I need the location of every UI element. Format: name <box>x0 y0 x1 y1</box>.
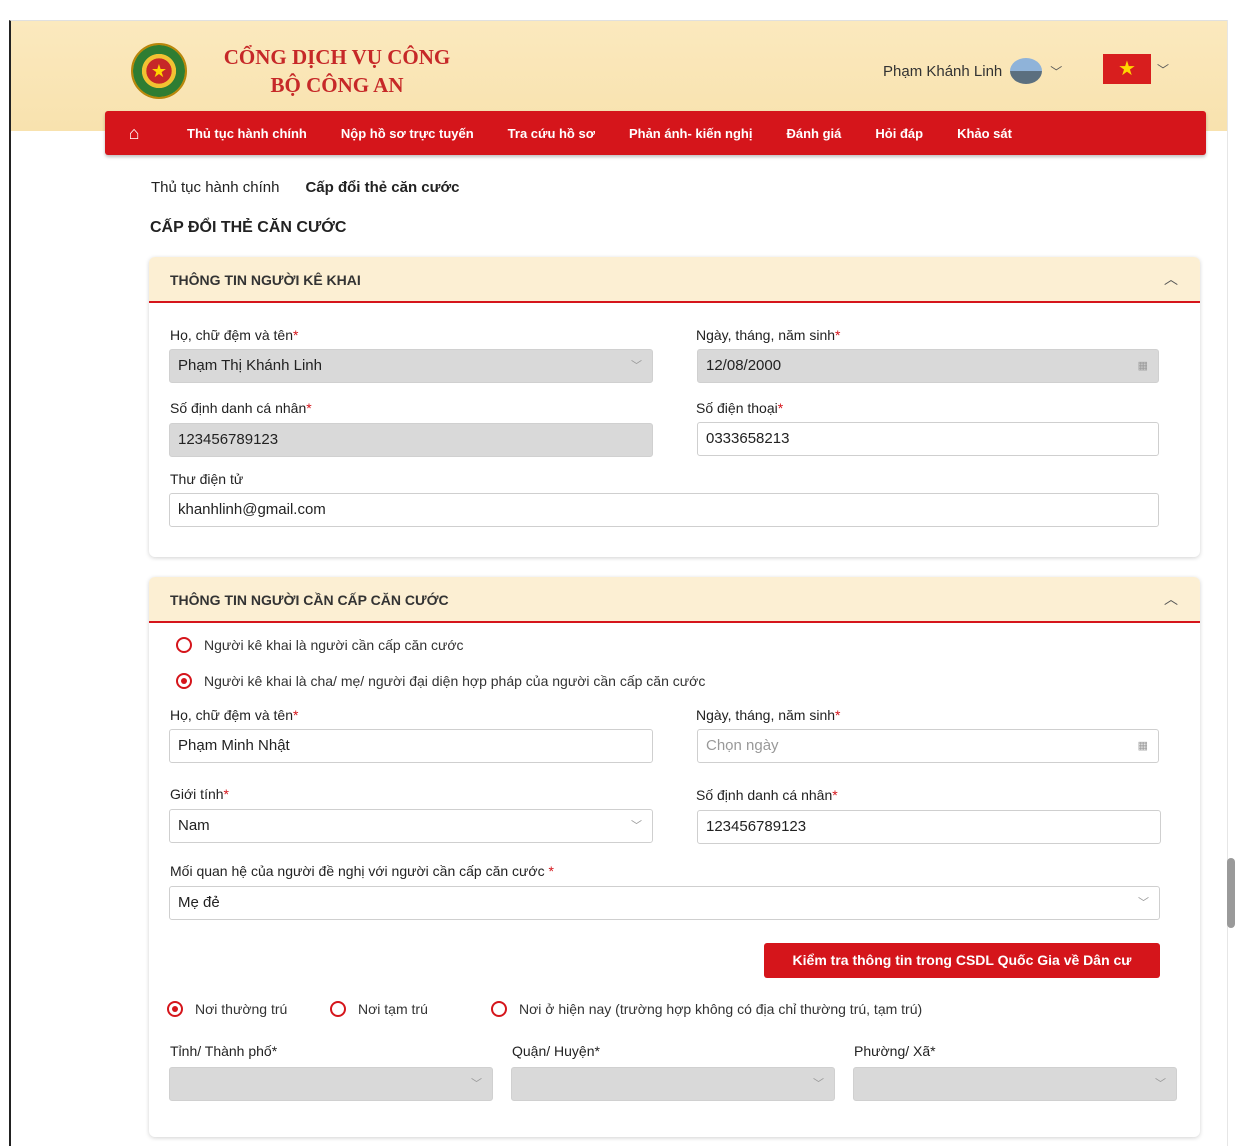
chevron-up-icon[interactable]: ︿ <box>1164 269 1178 289</box>
relation-label: Mối quan hệ của người đề nghị với người … <box>170 863 554 879</box>
applicant-dob-label: Ngày, tháng, năm sinh* <box>696 707 841 723</box>
police-emblem-logo: ★ <box>131 43 187 99</box>
radio-residence-current[interactable]: Nơi ở hiện nay (trường hợp không có địa … <box>491 1001 922 1017</box>
section-title: THÔNG TIN NGƯỜI KÊ KHAI <box>170 272 361 288</box>
breadcrumb-parent[interactable]: Thủ tục hành chính <box>151 179 279 196</box>
nav-item-lookup[interactable]: Tra cứu hồ sơ <box>508 126 595 141</box>
nav-item-faq[interactable]: Hỏi đáp <box>875 126 923 141</box>
avatar <box>1010 58 1043 84</box>
chevron-down-icon: ﹀ <box>631 360 642 372</box>
radio-button <box>491 1001 507 1017</box>
home-icon[interactable]: ⌂ <box>115 123 153 144</box>
radio-declarant-is-applicant[interactable]: Người kê khai là người cần cấp căn cước <box>176 637 464 653</box>
ward-select[interactable]: ﹀ <box>853 1067 1177 1101</box>
declarant-name-label: Họ, chữ đệm và tên* <box>170 327 299 343</box>
chevron-down-icon: ﹀ <box>813 1078 824 1090</box>
declarant-card-header[interactable]: THÔNG TIN NGƯỜI KÊ KHAI ︿ <box>149 257 1200 303</box>
applicant-card: THÔNG TIN NGƯỜI CẦN CẤP CĂN CƯỚC ︿ Người… <box>149 577 1200 1137</box>
declarant-phone-input[interactable]: 0333658213 <box>697 422 1159 456</box>
browser-viewport: ★ CỔNG DỊCH VỤ CÔNG BỘ CÔNG AN Phạm Khán… <box>9 20 1257 1146</box>
calendar-icon: ▦ <box>1137 360 1148 372</box>
ward-label: Phường/ Xã* <box>854 1043 936 1059</box>
declarant-email-input[interactable]: khanhlinh@gmail.com <box>169 493 1159 527</box>
declarant-email-label: Thư điện tử <box>170 471 244 487</box>
check-national-database-button[interactable]: Kiểm tra thông tin trong CSDL Quốc Gia v… <box>764 943 1160 978</box>
chevron-down-icon: ﹀ <box>1138 897 1149 909</box>
nav-item-procedures[interactable]: Thủ tục hành chính <box>187 126 307 141</box>
applicant-name-label: Họ, chữ đệm và tên* <box>170 707 299 723</box>
section-title: THÔNG TIN NGƯỜI CẦN CẤP CĂN CƯỚC <box>170 592 449 608</box>
breadcrumb-current: Cấp đổi thẻ căn cước <box>305 179 460 196</box>
declarant-card: THÔNG TIN NGƯỜI KÊ KHAI ︿ Họ, chữ đệm và… <box>149 257 1200 557</box>
declarant-dob-field[interactable]: 12/08/2000 ▦ <box>697 349 1159 383</box>
applicant-name-input[interactable]: Phạm Minh Nhật <box>169 729 653 763</box>
province-label: Tỉnh/ Thành phố* <box>170 1043 278 1059</box>
radio-button <box>167 1001 183 1017</box>
right-rail <box>1227 20 1257 1146</box>
nav-item-submit-online[interactable]: Nộp hồ sơ trực tuyến <box>341 126 474 141</box>
declarant-phone-label: Số điện thoại* <box>696 400 784 416</box>
radio-residence-permanent[interactable]: Nơi thường trú <box>167 1001 287 1017</box>
declarant-dob-label: Ngày, tháng, năm sinh* <box>696 327 841 343</box>
applicant-id-label: Số định danh cá nhân* <box>696 787 838 803</box>
main-nav: ⌂ Thủ tục hành chính Nộp hồ sơ trực tuyế… <box>105 111 1206 155</box>
chevron-down-icon: ﹀ <box>1155 1078 1166 1090</box>
province-select[interactable]: ﹀ <box>169 1067 493 1101</box>
chevron-down-icon: ﹀ <box>631 820 642 832</box>
vietnam-flag-language-selector[interactable]: ★ <box>1103 54 1151 84</box>
user-menu[interactable]: Phạm Khánh Linh ﹀ <box>883 57 1062 85</box>
brand-line-1: CỔNG DỊCH VỤ CÔNG <box>223 45 451 69</box>
radio-button <box>176 637 192 653</box>
district-select[interactable]: ﹀ <box>511 1067 835 1101</box>
scrollbar-thumb[interactable] <box>1227 858 1235 928</box>
applicant-id-input[interactable]: 123456789123 <box>697 810 1161 844</box>
applicant-card-header[interactable]: THÔNG TIN NGƯỜI CẦN CẤP CĂN CƯỚC ︿ <box>149 577 1200 623</box>
site-brand[interactable]: CỔNG DỊCH VỤ CÔNG BỘ CÔNG AN <box>207 43 467 99</box>
gender-label: Giới tính* <box>170 786 229 802</box>
gender-select[interactable]: Nam ﹀ <box>169 809 653 843</box>
radio-residence-temporary[interactable]: Nơi tạm trú <box>330 1001 428 1017</box>
calendar-icon: ▦ <box>1137 740 1148 752</box>
nav-item-rating[interactable]: Đánh giá <box>786 126 841 141</box>
radio-button <box>330 1001 346 1017</box>
chevron-up-icon[interactable]: ︿ <box>1164 589 1178 609</box>
relation-select[interactable]: Mẹ đẻ ﹀ <box>169 886 1160 920</box>
radio-declarant-is-guardian[interactable]: Người kê khai là cha/ mẹ/ người đại diện… <box>176 673 705 689</box>
page-title: CẤP ĐỔI THẺ CĂN CƯỚC <box>150 219 347 236</box>
declarant-id-label: Số định danh cá nhân* <box>170 400 312 416</box>
declarant-id-field[interactable]: 123456789123 <box>169 423 653 457</box>
brand-line-2: BỘ CÔNG AN <box>270 73 404 97</box>
nav-item-survey[interactable]: Khảo sát <box>957 126 1012 141</box>
breadcrumb: Thủ tục hành chính Cấp đổi thẻ căn cước <box>151 179 460 196</box>
district-label: Quận/ Huyện* <box>512 1043 600 1059</box>
declarant-name-select[interactable]: Phạm Thị Khánh Linh ﹀ <box>169 349 653 383</box>
chevron-down-icon: ﹀ <box>1050 64 1063 79</box>
radio-button <box>176 673 192 689</box>
chevron-down-icon: ﹀ <box>471 1078 482 1090</box>
user-name: Phạm Khánh Linh <box>883 62 1003 80</box>
nav-item-feedback[interactable]: Phản ánh- kiến nghị <box>629 126 753 141</box>
applicant-dob-picker[interactable]: Chọn ngày ▦ <box>697 729 1159 763</box>
chevron-down-icon[interactable]: ﹀ <box>1157 61 1169 78</box>
